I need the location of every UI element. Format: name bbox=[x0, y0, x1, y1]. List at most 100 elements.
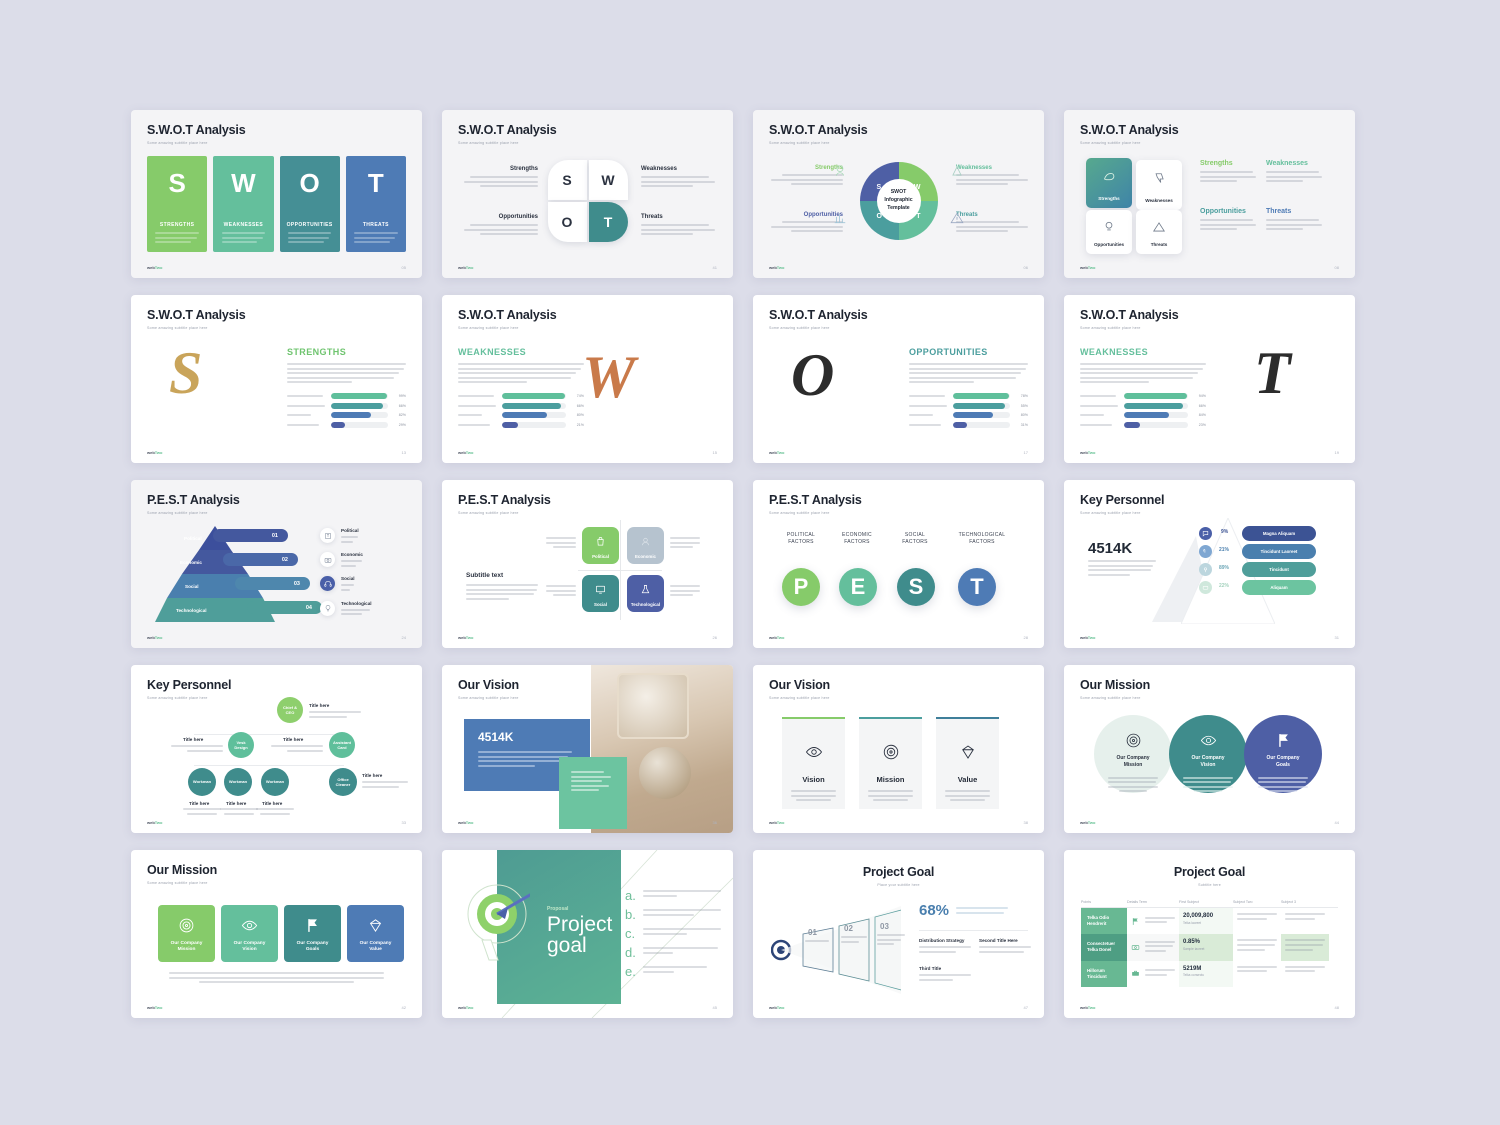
slide-thumbnail-swot-donut[interactable]: S.W.O.T Analysis Some amazing subtitle p… bbox=[753, 110, 1044, 278]
bullet-item[interactable]: b. bbox=[625, 908, 721, 921]
swot-card-weaknesses[interactable]: Weaknesses bbox=[1136, 160, 1182, 210]
slide-thumbnail-our-vision-photo[interactable]: Our Vision Some amazing subtitle place h… bbox=[442, 665, 733, 833]
funnel-diagram[interactable] bbox=[771, 898, 901, 1002]
swot-pill-t[interactable]: T bbox=[588, 202, 628, 242]
slide-thumbnail-swot-weaknesses[interactable]: S.W.O.T Analysis Some amazing subtitle p… bbox=[442, 295, 733, 463]
bullet-item[interactable]: c. bbox=[625, 927, 721, 940]
pest-circle-p[interactable]: P bbox=[782, 568, 820, 606]
org-node-ceo[interactable]: Chief & CEO bbox=[277, 697, 303, 723]
swot-pill-w[interactable]: W bbox=[588, 160, 628, 200]
pest-box-technological[interactable]: Technological bbox=[627, 575, 664, 612]
square-title: Our Company Vision bbox=[233, 940, 266, 953]
pest-box-economic[interactable]: Economic bbox=[627, 527, 664, 564]
swot-column-weaknesses[interactable]: W WEAKNESSES bbox=[213, 156, 274, 252]
mission-square-vision[interactable]: Our Company Vision bbox=[221, 905, 278, 962]
slide-thumbnail-key-personnel-pyramid[interactable]: Key Personnel Some amazing subtitle plac… bbox=[1064, 480, 1355, 648]
swot-card-threats[interactable]: Threats bbox=[1136, 210, 1182, 254]
muscle-icon bbox=[1103, 172, 1114, 181]
vision-card-vision[interactable]: Vision bbox=[782, 717, 845, 809]
org-node-worker-3[interactable]: Workman bbox=[261, 768, 289, 796]
mission-square-value[interactable]: Our Company Value bbox=[347, 905, 404, 962]
mission-circle-goals[interactable]: Our Company Goals bbox=[1244, 715, 1322, 793]
page-title: Our Mission bbox=[147, 863, 218, 877]
slide-thumbnail-swot-opportunities[interactable]: S.W.O.T Analysis Some amazing subtitle p… bbox=[753, 295, 1044, 463]
pest-box-social[interactable]: Social bbox=[582, 575, 619, 612]
org-node-worker-1[interactable]: Workman bbox=[188, 768, 216, 796]
pyramid-step-03[interactable]: 03 bbox=[235, 577, 310, 590]
slide-thumbnail-our-vision-cards[interactable]: Our Vision Some amazing subtitle place h… bbox=[753, 665, 1044, 833]
mission-square-goals[interactable]: Our Company Goals bbox=[284, 905, 341, 962]
slide-thumbnail-swot-strengths[interactable]: S.W.O.T Analysis Some amazing subtitle p… bbox=[131, 295, 422, 463]
pest-item-political[interactable]: Political bbox=[320, 528, 406, 545]
pest-item-social[interactable]: Social bbox=[320, 576, 406, 593]
pest-item-economic[interactable]: Economic bbox=[320, 552, 406, 569]
slide-thumbnail-swot-pills[interactable]: S.W.O.T Analysis Some amazing subtitle p… bbox=[442, 110, 733, 278]
mission-circle-mission[interactable]: Our Company Mission bbox=[1094, 715, 1172, 793]
slide-thumbnail-project-goal-target[interactable]: Proposal Project goal a. b. c. d. e. web… bbox=[442, 850, 733, 1018]
slide-thumbnail-pest-circles[interactable]: P.E.S.T Analysis Some amazing subtitle p… bbox=[753, 480, 1044, 648]
page-title: S.W.O.T Analysis bbox=[147, 308, 246, 322]
swot-column-threats[interactable]: T THREATS bbox=[345, 156, 406, 252]
pin-icon bbox=[1199, 563, 1212, 576]
slide-page-number: 28 bbox=[1023, 635, 1028, 640]
swot-text-weaknesses: Weaknesses bbox=[1266, 160, 1322, 185]
org-node-assistant[interactable]: Assistant Card bbox=[329, 732, 355, 758]
kp-bar-3[interactable]: Tincidunt bbox=[1242, 562, 1316, 577]
slide-thumbnail-pest-quadrant[interactable]: P.E.S.T Analysis Some amazing subtitle p… bbox=[442, 480, 733, 648]
pyramid-step-01[interactable]: 01 bbox=[213, 529, 288, 542]
org-connector bbox=[194, 765, 344, 766]
swot-card-opportunities[interactable]: Opportunities bbox=[1086, 210, 1132, 254]
bullet-item[interactable]: a. bbox=[625, 889, 721, 902]
page-subtitle: Some amazing subtitle place here bbox=[147, 140, 208, 145]
swot-pill-s[interactable]: S bbox=[547, 160, 587, 200]
slide-thumbnail-swot-columns[interactable]: S.W.O.T Analysis Some amazing subtitle p… bbox=[131, 110, 422, 278]
slide-thumbnail-pest-pyramid[interactable]: P.E.S.T Analysis Some amazing subtitle p… bbox=[131, 480, 422, 648]
swot-column-label: THREATS bbox=[362, 222, 389, 228]
mission-circle-vision[interactable]: Our Company Vision bbox=[1169, 715, 1247, 793]
swot-donut-chart[interactable]: S W O T SWOT Infographic Template bbox=[859, 162, 938, 240]
table-row[interactable]: Consectetuer Telka Donel 0.85% Sample laor… bbox=[1081, 934, 1338, 961]
accent-card[interactable] bbox=[559, 757, 627, 829]
swot-pill-o[interactable]: O bbox=[547, 202, 587, 242]
slide-thumbnail-swot-threats[interactable]: S.W.O.T Analysis Some amazing subtitle p… bbox=[1064, 295, 1355, 463]
slide-thumbnail-project-goal-table[interactable]: Project Goal Subtitle here Points Detail… bbox=[1064, 850, 1355, 1018]
pest-box-political[interactable]: Political bbox=[582, 527, 619, 564]
pest-circle-t[interactable]: T bbox=[958, 568, 996, 606]
kp-bar-1[interactable]: Magna Aliquam bbox=[1242, 526, 1316, 541]
pest-circle-s[interactable]: S bbox=[897, 568, 935, 606]
table-header-row: Points Details Term First Subject Subjec… bbox=[1081, 900, 1338, 908]
footer-logo: webTwo bbox=[769, 265, 785, 270]
kp-bar-4[interactable]: Aliquam bbox=[1242, 580, 1316, 595]
hand-icon bbox=[1199, 545, 1212, 558]
slide-page-number: 13 bbox=[401, 450, 406, 455]
vision-card-mission[interactable]: Mission bbox=[859, 717, 922, 809]
slide-thumbnail-our-mission-squares[interactable]: Our Mission Some amazing subtitle place … bbox=[131, 850, 422, 1018]
pest-item-technological[interactable]: Technological bbox=[320, 600, 406, 618]
page-title: S.W.O.T Analysis bbox=[147, 123, 246, 137]
table-row[interactable]: Telka Odio Hendrerit 20,009,800 Telka laor… bbox=[1081, 908, 1338, 935]
bullet-item[interactable]: d. bbox=[625, 946, 721, 959]
table-row[interactable]: Hillorum Tincidunt 5219M Telka consectu bbox=[1081, 960, 1338, 987]
swot-column-opportunities[interactable]: O OPPORTUNITIES bbox=[279, 156, 340, 252]
slide-thumbnail-key-personnel-org[interactable]: Key Personnel Some amazing subtitle plac… bbox=[131, 665, 422, 833]
org-node-cleaner[interactable]: Office Cleaner bbox=[329, 768, 357, 796]
slide-thumbnail-our-mission-circles[interactable]: Our Mission Some amazing subtitle place … bbox=[1064, 665, 1355, 833]
kp-bar-2[interactable]: Tincidunt Laoreet bbox=[1242, 544, 1316, 559]
mission-square-mission[interactable]: Our Company Mission bbox=[158, 905, 215, 962]
slide-thumbnail-project-goal-funnel[interactable]: Project Goal Place your subtitle here 01… bbox=[753, 850, 1044, 1018]
swot-letter: W bbox=[231, 168, 256, 198]
pyramid-step-04[interactable]: 04 bbox=[247, 601, 322, 614]
decorative-letter: S bbox=[169, 340, 203, 406]
pest-circle-e[interactable]: E bbox=[839, 568, 877, 606]
bullet-item[interactable]: e. bbox=[625, 965, 721, 978]
org-node-vesk[interactable]: Vesk Design bbox=[228, 732, 254, 758]
pyramid-step-02[interactable]: 02 bbox=[223, 553, 298, 566]
stat-value: 4514K bbox=[1088, 540, 1133, 557]
swot-column-strengths[interactable]: S STRENGTHS bbox=[147, 156, 208, 252]
page-title: S.W.O.T Analysis bbox=[1080, 123, 1179, 137]
swot-card-strengths[interactable]: Strengths bbox=[1086, 158, 1132, 208]
page-subtitle: Some amazing subtitle place here bbox=[1080, 695, 1141, 700]
slide-thumbnail-swot-cards[interactable]: S.W.O.T Analysis Some amazing subtitle p… bbox=[1064, 110, 1355, 278]
vision-card-value[interactable]: Value bbox=[936, 717, 999, 809]
org-node-worker-2[interactable]: Workman bbox=[224, 768, 252, 796]
